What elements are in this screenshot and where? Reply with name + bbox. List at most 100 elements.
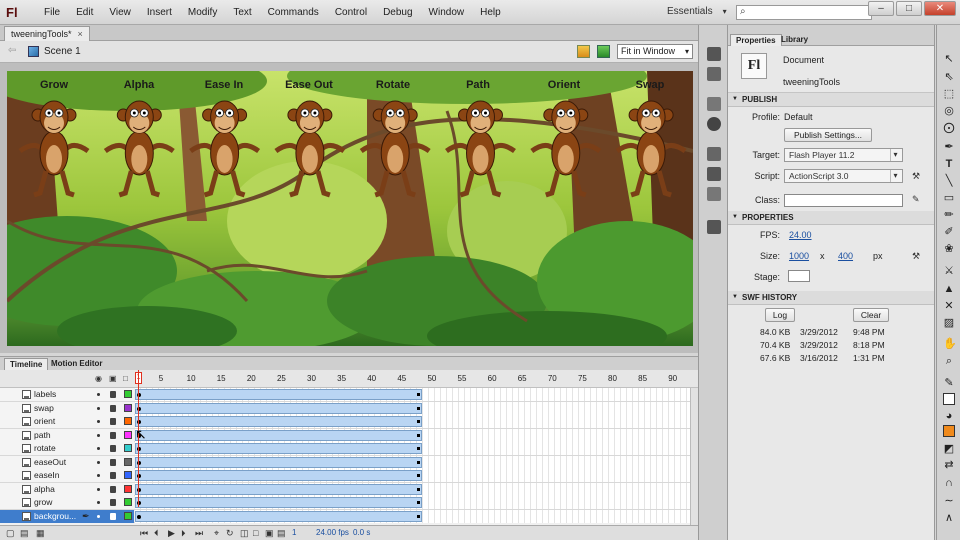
visibility-dot[interactable] [97,433,100,437]
layer-name[interactable]: alpha [34,484,55,494]
deco-tool-icon[interactable]: ❀ [943,243,955,255]
menu-help[interactable]: Help [472,0,509,25]
minimize-button[interactable]: – [868,1,894,16]
tween-span[interactable] [135,443,422,454]
fill-color-swatch[interactable] [943,425,955,437]
onion-outlines-icon[interactable]: □ [253,528,258,538]
script-select[interactable]: ActionScript 3.0 [784,169,903,183]
zoom-tool-icon[interactable]: ⌕ [943,355,955,367]
menu-commands[interactable]: Commands [260,0,327,25]
lock-dot-icon[interactable] [110,445,116,452]
layer-color-swatch[interactable] [124,444,132,452]
swap-colors-icon[interactable]: ⇄ [943,459,955,471]
lock-dot-icon[interactable] [110,499,116,506]
frame-number[interactable]: 5 [159,374,163,383]
document-tab[interactable]: tweeningTools* × [4,26,90,41]
layer-name-cell[interactable]: path [0,428,134,442]
keyframe-end[interactable] [417,514,420,518]
class-input[interactable] [784,194,903,207]
layer-name[interactable]: easeOut [34,457,66,467]
code-snippets-icon[interactable] [707,220,721,234]
menu-modify[interactable]: Modify [180,0,225,25]
menu-window[interactable]: Window [421,0,473,25]
tween-span[interactable] [135,497,422,508]
visibility-dot[interactable] [97,501,100,504]
stroke-color-swatch[interactable] [943,393,955,405]
lock-dot-icon[interactable] [110,458,116,466]
publish-settings-button[interactable]: Publish Settings... [784,128,872,142]
monkey-symbol[interactable] [445,100,516,198]
layer-name[interactable]: easeIn [34,470,60,480]
line-tool-icon[interactable]: ╲ [943,175,955,187]
rectangle-tool-icon[interactable]: ▭ [943,192,955,204]
menu-debug[interactable]: Debug [375,0,420,25]
height-value[interactable]: 400 [838,251,853,261]
align-panel-icon[interactable] [707,97,721,111]
pencil-tool-icon[interactable]: ✏ [943,209,955,221]
layer-color-swatch[interactable] [124,430,132,439]
edit-symbols-icon[interactable] [597,45,610,58]
onion-skin-icon[interactable]: ◫ [240,528,249,539]
visibility-dot[interactable] [97,393,100,396]
layer-name-cell[interactable]: easeIn [0,469,134,482]
pen-tool-icon[interactable]: ✒ [943,141,955,153]
visibility-dot[interactable] [97,487,100,491]
layer-row[interactable]: easeOut [0,455,698,469]
close-window-button[interactable]: ✕ [924,1,956,16]
frame-number[interactable]: 35 [337,374,346,383]
layer-name[interactable]: swap [34,403,54,413]
tween-span[interactable] [135,429,422,441]
keyframe-end[interactable] [417,474,420,477]
layer-color-swatch[interactable] [124,457,132,466]
lock-dot-icon[interactable] [110,404,116,412]
frame-number[interactable]: 50 [427,374,436,383]
stage[interactable]: Grow Alpha Ease In Ease Out Rotate Path … [7,71,693,346]
layer-frames[interactable] [135,442,690,455]
lock-dot-icon[interactable] [110,485,116,493]
tab-properties[interactable]: Properties [730,34,782,46]
layer-name-cell[interactable]: labels [0,388,134,401]
info-panel-icon[interactable] [707,117,721,131]
menu-file[interactable]: File [36,0,68,25]
close-tab-icon[interactable]: × [78,27,83,41]
menu-view[interactable]: View [101,0,139,25]
tween-span[interactable] [135,510,422,522]
layer-name-cell[interactable]: grow [0,496,134,509]
size-settings-icon[interactable]: ⚒ [912,251,920,262]
visibility-dot[interactable] [97,460,100,464]
layer-color-swatch[interactable] [124,498,132,506]
frame-number[interactable]: 55 [458,374,467,383]
lasso-tool-icon[interactable]: ⨀ [943,122,955,134]
layer-name-cell[interactable]: swap [0,401,134,415]
layer-color-swatch[interactable] [124,417,132,425]
new-layer-icon[interactable]: ▢ [6,528,15,539]
lock-dot-icon[interactable] [110,391,116,398]
layer-name[interactable]: orient [34,416,55,426]
keyframe-end[interactable] [417,501,420,504]
log-button[interactable]: Log [765,308,795,322]
edit-class-icon[interactable]: ✎ [912,194,920,205]
keyframe-end[interactable] [417,433,420,437]
layer-frames[interactable] [135,482,690,496]
frame-number[interactable]: 15 [217,374,226,383]
outline-icon[interactable]: □ [123,374,128,383]
swf-history-section-header[interactable]: SWF HISTORY [728,291,934,305]
brush-tool-icon[interactable]: ✐ [943,226,955,238]
tween-span[interactable] [135,470,422,481]
layer-row[interactable]: backgrou... ✒ [0,509,698,523]
step-back-icon[interactable]: ⏴ [154,528,159,539]
play-icon[interactable]: ▶ [168,528,175,539]
layer-name[interactable]: path [34,430,51,440]
layer-color-swatch[interactable] [124,484,132,493]
frame-number[interactable]: 45 [397,374,406,383]
frame-number[interactable]: 10 [187,374,196,383]
color-panel-icon[interactable] [707,47,721,61]
paint-bucket-tool-icon[interactable]: ▲ [943,283,955,295]
stroke-color-icon[interactable]: ✎ [943,377,955,389]
visibility-dot[interactable] [97,474,100,477]
layer-frames[interactable] [135,455,690,469]
3d-rotation-tool-icon[interactable]: ◎ [943,105,955,117]
transform-panel-icon[interactable] [707,147,721,161]
layer-row[interactable]: path [0,428,698,442]
go-last-frame-icon[interactable]: ⏭ [195,528,203,539]
